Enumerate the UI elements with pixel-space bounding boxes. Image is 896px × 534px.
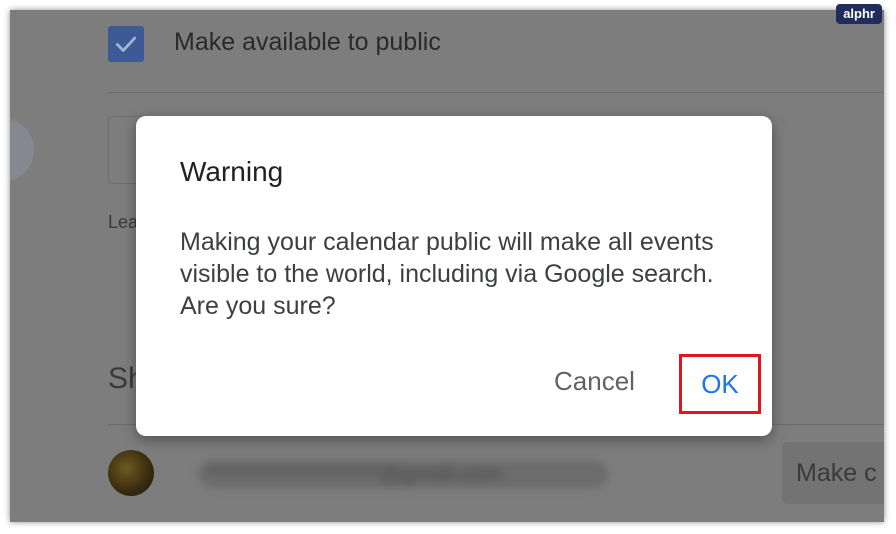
checkmark-icon <box>115 36 137 52</box>
dialog-title: Warning <box>180 156 284 187</box>
alphr-logo: alphr <box>836 4 882 24</box>
warning-dialog: Warning Making your calendar public will… <box>136 116 772 436</box>
public-checkbox-label: Make available to public <box>174 28 441 56</box>
avatar <box>108 450 154 496</box>
screenshot-frame: Make available to public Lea Sh ********… <box>10 10 884 522</box>
make-changes-dropdown: Make c <box>782 442 884 504</box>
blurred-email: ********************@gmail.com <box>198 460 608 488</box>
divider <box>108 92 884 93</box>
learn-more-text: Lea <box>108 212 139 232</box>
background-circle <box>10 118 34 182</box>
blurred-email-text: ********************@gmail.com <box>208 461 502 486</box>
dialog-message: Making your calendar public will make al… <box>180 228 714 320</box>
ok-button[interactable]: OK <box>679 354 761 414</box>
cancel-button[interactable]: Cancel <box>554 366 635 397</box>
public-checkbox[interactable] <box>108 26 144 62</box>
